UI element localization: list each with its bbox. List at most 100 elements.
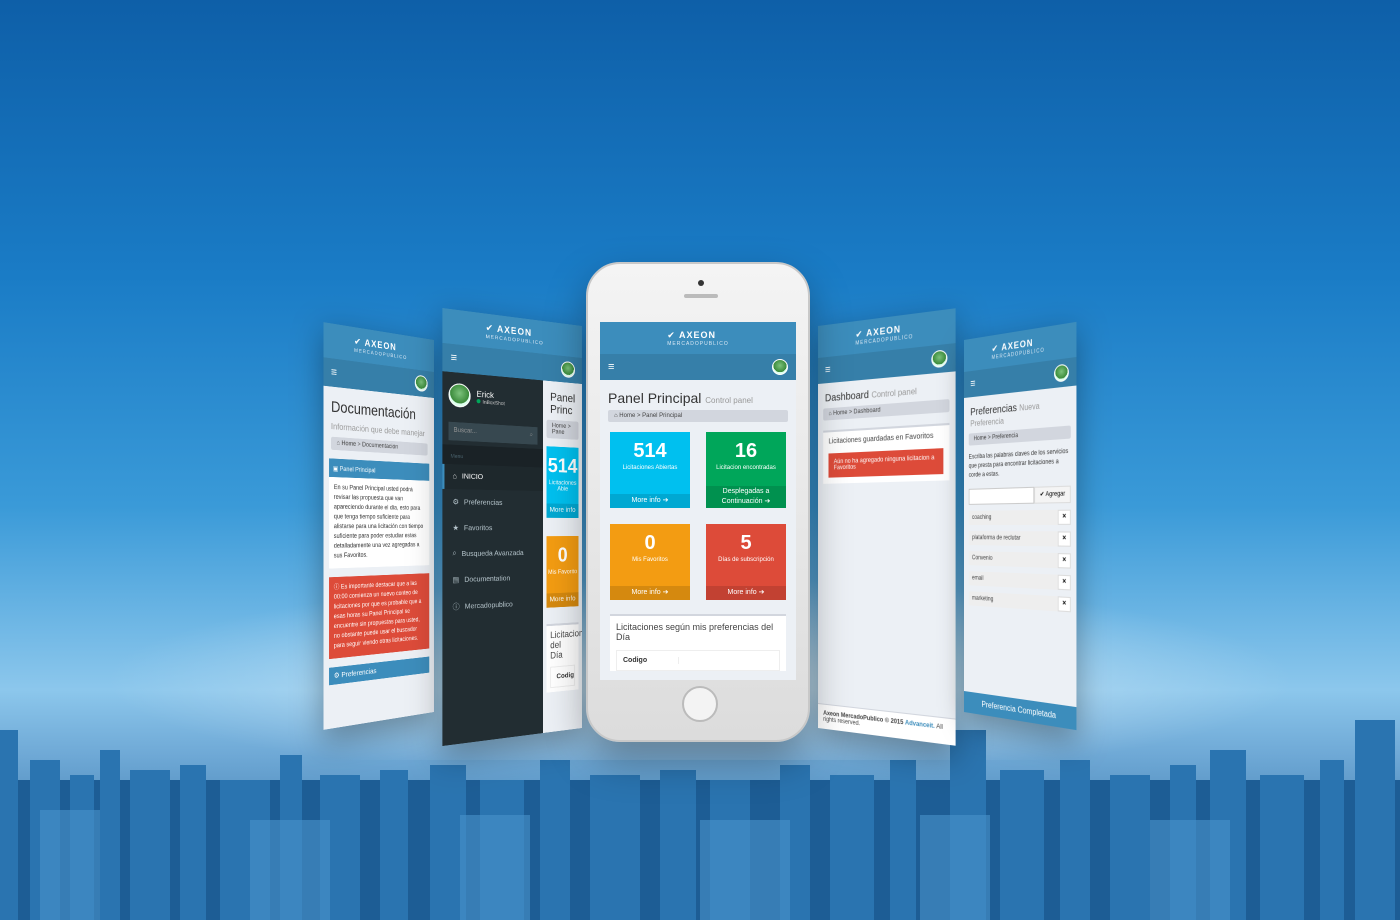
box-title: Licitaciones guardadas en Favoritos	[828, 432, 934, 446]
sidebar: Erick InBoxShot Buscar... ⌕ Menu ⌂ INICIO ⚙…	[442, 371, 543, 747]
city-skyline	[0, 720, 1400, 920]
tile-label: Licitaciones Abiertas	[622, 465, 678, 471]
keyword-text: coaching	[968, 509, 1058, 525]
doc-box-header: Panel Principal	[339, 466, 376, 475]
sidebar-item-label: Busqueda Avanzada	[461, 549, 524, 558]
keyword-input[interactable]	[968, 486, 1035, 505]
tile-more-link[interactable]: More info	[546, 592, 579, 608]
remove-keyword-icon[interactable]: ×	[1057, 574, 1071, 591]
hamburger-icon[interactable]: ≡	[825, 364, 831, 377]
doc-box: ▣ Panel Principal En su Panel Principal …	[329, 458, 430, 569]
hamburger-icon[interactable]: ≡	[451, 351, 458, 365]
tile-value: 16	[734, 440, 758, 462]
tile-more-link[interactable]: More info ➔	[610, 494, 690, 508]
remove-keyword-icon[interactable]: ×	[1057, 553, 1071, 569]
brand-sub: MERCADOPUBLICO	[667, 340, 729, 347]
brand-logo: ✔ AXEON MERCADOPUBLICO	[600, 322, 796, 354]
search-input[interactable]: Buscar...	[454, 427, 477, 436]
search-icon[interactable]: ⌕	[530, 432, 533, 439]
page-title: Panel Principal	[608, 390, 702, 406]
gears-icon: ⚙	[333, 672, 340, 681]
sidebar-item-label: Documentation	[464, 574, 511, 584]
page-title: Preferencias	[970, 402, 1017, 419]
tile-value: 514	[547, 454, 578, 478]
keyword-text: email	[968, 571, 1058, 590]
main-peek: Panel Princ Home > Pane 514 Licitaciones…	[543, 380, 582, 733]
avatar[interactable]	[560, 360, 576, 379]
avatar[interactable]	[1054, 363, 1069, 383]
preference-instructions: Escriba las palabras claves de los servi…	[968, 448, 1069, 479]
breadcrumb-home[interactable]: Home	[974, 435, 987, 442]
stat-tiles: 514 Licitaciones Abiertas More info ➔ 16…	[600, 422, 796, 600]
user-panel: Erick InBoxShot	[442, 371, 543, 423]
page-subtitle: Control panel	[871, 386, 917, 400]
hamburger-icon[interactable]: ≡	[608, 361, 614, 373]
breadcrumb-home[interactable]: Home	[341, 441, 356, 448]
keyword-text: marketing	[968, 591, 1058, 612]
keyword-item: marketing ×	[968, 591, 1071, 613]
table-header-codigo: Codigo	[623, 657, 679, 664]
add-keyword-button[interactable]: ✔ Agregar	[1034, 485, 1071, 504]
sidebar-item-mercadopublico[interactable]: ⓘ Mercadopublico	[442, 590, 543, 622]
keyword-text: Convenio	[968, 551, 1058, 569]
tile-peek-1[interactable]: 514 Licitaciones Abie More info	[546, 446, 579, 518]
tile-more-link[interactable]: More info ➔	[706, 586, 786, 600]
breadcrumb-home[interactable]: Home	[833, 410, 847, 417]
info-icon: ⓘ	[452, 603, 460, 612]
tile-more-link[interactable]: More info ➔	[610, 586, 690, 600]
hamburger-icon[interactable]: ≡	[331, 366, 337, 380]
keyword-item: email ×	[968, 571, 1071, 591]
remove-keyword-icon[interactable]: ×	[1057, 509, 1071, 525]
tile-licitacion-encontradas[interactable]: 16 Licitacion encontradas Desplegadas a …	[706, 432, 786, 508]
sidebar-item-inicio[interactable]: ⌂ INICIO	[442, 463, 543, 492]
tile-label: Licitacion encontradas	[716, 465, 776, 471]
tile-peek-2[interactable]: 0 Mis Favorito More info	[546, 536, 579, 608]
peek-box: Licitaciones del Día Codig	[546, 622, 582, 693]
user-avatar	[448, 382, 471, 409]
breadcrumb-current: Documentación	[362, 442, 399, 451]
sidebar-item-busqueda[interactable]: ⌕ Busqueda Avanzada	[442, 540, 543, 567]
camera-icon	[698, 280, 704, 286]
avatar[interactable]	[931, 349, 948, 369]
tile-licitaciones-abiertas[interactable]: 514 Licitaciones Abiertas More info ➔	[610, 432, 690, 508]
sidebar-item-label: INICIO	[461, 473, 484, 482]
tile-more-link[interactable]: More info	[546, 503, 579, 518]
brand-name: AXEON	[678, 329, 716, 340]
preferences-bar[interactable]: ⚙ Preferencias	[329, 656, 430, 686]
arrow-circle-right-icon: ➔	[662, 589, 669, 596]
home-icon: ⌂	[336, 440, 340, 448]
breadcrumb-current: Dashboard	[853, 407, 881, 416]
doc-box-text: En su Panel Principal usted podrá revisa…	[333, 484, 424, 560]
sidebar-item-label: Preferencias	[463, 498, 503, 507]
page-title: Documentación	[330, 397, 416, 423]
hamburger-icon[interactable]: ≡	[970, 378, 975, 391]
remove-keyword-icon[interactable]: ×	[1057, 531, 1071, 547]
check-logo-icon: ✔	[354, 335, 362, 347]
keyword-text: plataforma de reclutar	[968, 531, 1058, 547]
tile-mis-favoritos[interactable]: 0 Mis Favoritos More info ➔	[610, 524, 690, 600]
check-logo-icon: ✔	[855, 327, 864, 340]
arrow-circle-right-icon: ➔	[758, 589, 765, 596]
tile-value: 0	[557, 544, 568, 567]
preferences-bar-label: Preferencias	[341, 667, 377, 680]
tile-dias-subscripcion[interactable]: 5 Días de subscripción More info ➔	[706, 524, 786, 600]
remove-keyword-icon[interactable]: ×	[1057, 596, 1071, 613]
page-title: Panel Princ	[550, 391, 576, 418]
check-logo-icon: ✔	[991, 342, 999, 354]
favorites-box: Licitaciones guardadas en Favoritos Aún …	[823, 422, 950, 484]
sidebar-item-preferencias[interactable]: ⚙ Preferencias	[442, 489, 543, 516]
footer-link[interactable]: Advanceit.	[905, 720, 935, 730]
table-header: Codigo	[616, 650, 780, 671]
tile-more-link[interactable]: Desplegadas a Continuación ➔	[706, 486, 786, 508]
doc-alert-text: Es importante destacar que a las 00:00 c…	[333, 580, 422, 650]
sidebar-item-label: Favoritos	[463, 524, 493, 532]
doc-alert: ⓘ Es importante destacar que a las 00:00…	[329, 573, 430, 660]
breadcrumb-home[interactable]: Home	[619, 413, 635, 419]
info-icon: ⓘ	[333, 584, 340, 592]
preferences-screen: ✔ AXEON MERCADOPUBLICO ≡ Preferencias Nue…	[964, 321, 1077, 731]
avatar[interactable]	[414, 374, 428, 393]
avatar[interactable]	[772, 359, 788, 375]
sidebar-search[interactable]: Buscar... ⌕	[448, 421, 538, 445]
sidebar-item-favoritos[interactable]: ★ Favoritos	[442, 515, 543, 541]
home-button[interactable]	[682, 686, 718, 722]
